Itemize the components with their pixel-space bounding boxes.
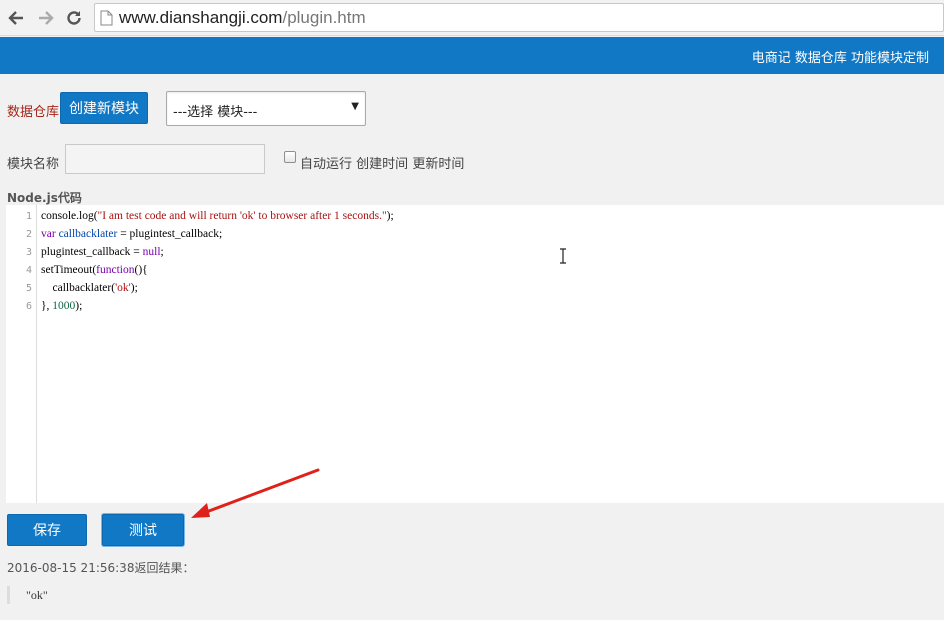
auto-run-label[interactable]: 自动运行	[300, 157, 352, 172]
site-title[interactable]: 电商记 数据仓库 功能模块定制	[752, 47, 929, 66]
line-number-gutter: 1 2 3 4 5 6	[6, 205, 37, 503]
url-text: www.dianshangji.com/plugin.htm	[119, 8, 366, 28]
line-number: 5	[25, 283, 32, 294]
site-header: 电商记 数据仓库 功能模块定制	[0, 37, 944, 74]
module-name-input[interactable]	[65, 144, 265, 174]
code-line: }, 1000);	[41, 300, 83, 312]
address-bar[interactable]: www.dianshangji.com/plugin.htm	[94, 3, 944, 32]
module-select[interactable]: ---选择 模块--- ▼	[166, 91, 366, 126]
create-module-button[interactable]: 创建新模块	[60, 92, 148, 124]
page-icon	[100, 10, 113, 30]
line-number: 4	[25, 265, 32, 276]
line-number: 2	[25, 229, 32, 240]
auto-run-checkbox[interactable]	[284, 151, 296, 163]
created-time-label: 创建时间	[356, 157, 409, 172]
result-block: "ok"	[7, 586, 307, 604]
line-number: 3	[25, 247, 32, 258]
checkbox-labels: 自动运行 创建时间 更新时间	[300, 153, 464, 172]
line-number: 6	[25, 301, 32, 312]
browser-toolbar: www.dianshangji.com/plugin.htm	[0, 0, 944, 36]
code-line: console.log("I am test code and will ret…	[41, 210, 394, 222]
test-button[interactable]: 测试	[102, 514, 184, 546]
url-path: /plugin.htm	[282, 8, 366, 27]
forward-icon[interactable]	[36, 8, 56, 28]
dropdown-arrow-icon: ▼	[351, 101, 359, 112]
line-number: 1	[25, 211, 32, 222]
annotation-arrow-icon	[191, 468, 320, 518]
code-line: plugintest_callback = null;	[41, 246, 164, 258]
save-button[interactable]: 保存	[7, 514, 87, 546]
updated-time-label: 更新时间	[412, 157, 465, 172]
result-value: "ok"	[26, 588, 48, 602]
code-label: Node.js代码	[7, 191, 82, 205]
result-label: 2016-08-15 21:56:38返回结果：	[7, 561, 195, 575]
module-name-label: 模块名称	[7, 157, 60, 172]
module-select-value: ---选择 模块---	[173, 105, 258, 120]
code-line: var callbacklater = plugintest_callback;	[41, 228, 223, 240]
code-editor[interactable]: 1 2 3 4 5 6 console.log("I am test code …	[6, 205, 944, 503]
text-cursor-icon	[559, 248, 567, 268]
repo-label: 数据仓库	[7, 105, 60, 120]
back-icon[interactable]	[6, 8, 26, 28]
url-host: www.dianshangji.com	[119, 8, 283, 27]
reload-icon[interactable]	[64, 8, 84, 28]
code-line: callbacklater('ok');	[41, 282, 138, 294]
code-line: setTimeout(function(){	[41, 264, 148, 276]
